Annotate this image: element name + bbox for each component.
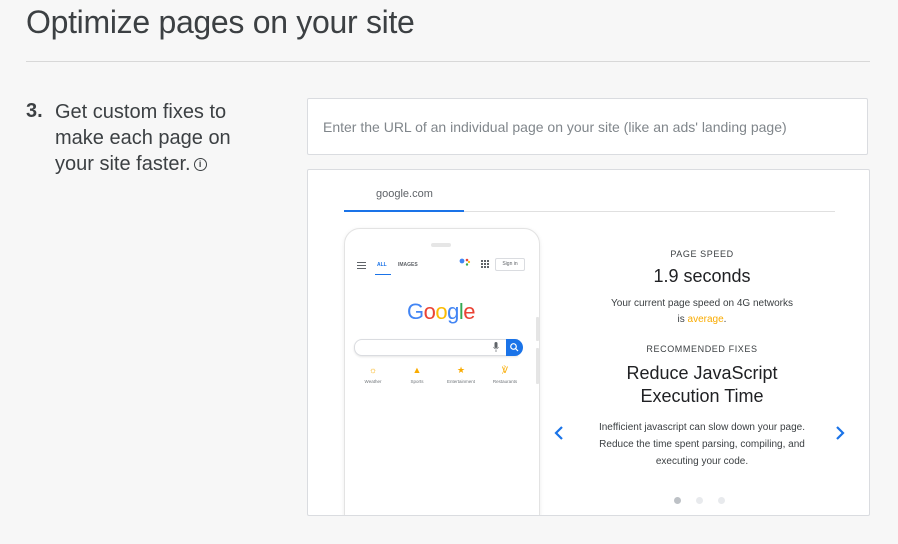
phone-side-button	[536, 317, 539, 341]
fork-knife-icon: ℣	[501, 365, 509, 375]
phone-signin-button: Sign in	[495, 258, 525, 271]
tab-google-com[interactable]: google.com	[376, 188, 433, 200]
info-icon[interactable]: i	[193, 158, 207, 172]
apps-grid-icon	[481, 260, 489, 268]
trophy-icon: ▲	[412, 365, 422, 375]
carousel-dot[interactable]	[674, 497, 681, 504]
search-icon	[510, 343, 519, 352]
mic-icon	[493, 342, 499, 352]
phone-side-button	[536, 348, 539, 384]
speed-rating: average	[687, 314, 724, 325]
phone-mockup: ALL IMAGES Sign in Google ☼ Weather ▲ Sp…	[344, 228, 540, 515]
fix-title: Reduce JavaScript Execution Time	[626, 363, 778, 406]
divider	[26, 61, 870, 62]
chevron-left-icon[interactable]	[552, 423, 566, 443]
page-speed-label: PAGE SPEED	[670, 249, 734, 259]
shortcut-weather: ☼ Weather	[353, 365, 393, 384]
phone-nav-images: IMAGES	[398, 262, 418, 268]
shortcut-restaurants: ℣ Restaurants	[485, 365, 525, 384]
page-speed-description: Your current page speed on 4G networks i…	[611, 298, 793, 325]
carousel-dot[interactable]	[718, 497, 725, 504]
phone-nav-all: ALL	[377, 262, 387, 268]
tab-active-indicator	[344, 210, 464, 212]
shortcut-entertainment: ★ Entertainment	[441, 365, 481, 384]
phone-speaker	[431, 243, 451, 247]
chevron-right-icon[interactable]	[833, 423, 847, 443]
step-description: Get custom fixes to make each page on yo…	[55, 99, 265, 177]
shortcut-sports: ▲ Sports	[397, 365, 437, 384]
page-title: Optimize pages on your site	[26, 4, 415, 40]
phone-nav-all-indicator	[375, 274, 391, 275]
assistant-icon	[459, 258, 471, 266]
preview-card: google.com ALL IMAGES Sign in Google ☼ W…	[307, 169, 870, 516]
fix-description: Inefficient javascript can slow down you…	[598, 422, 806, 467]
recommended-fixes-label: RECOMMENDED FIXES	[646, 344, 758, 354]
page-speed-value: 1.9 seconds	[653, 266, 751, 286]
sun-icon: ☼	[368, 365, 378, 375]
phone-search-button	[506, 339, 523, 356]
carousel-dot[interactable]	[696, 497, 703, 504]
url-input[interactable]	[307, 98, 868, 155]
google-logo: Google	[406, 299, 476, 324]
star-icon: ★	[456, 365, 466, 375]
hamburger-menu-icon	[357, 262, 366, 271]
step-number: 3.	[26, 100, 43, 122]
